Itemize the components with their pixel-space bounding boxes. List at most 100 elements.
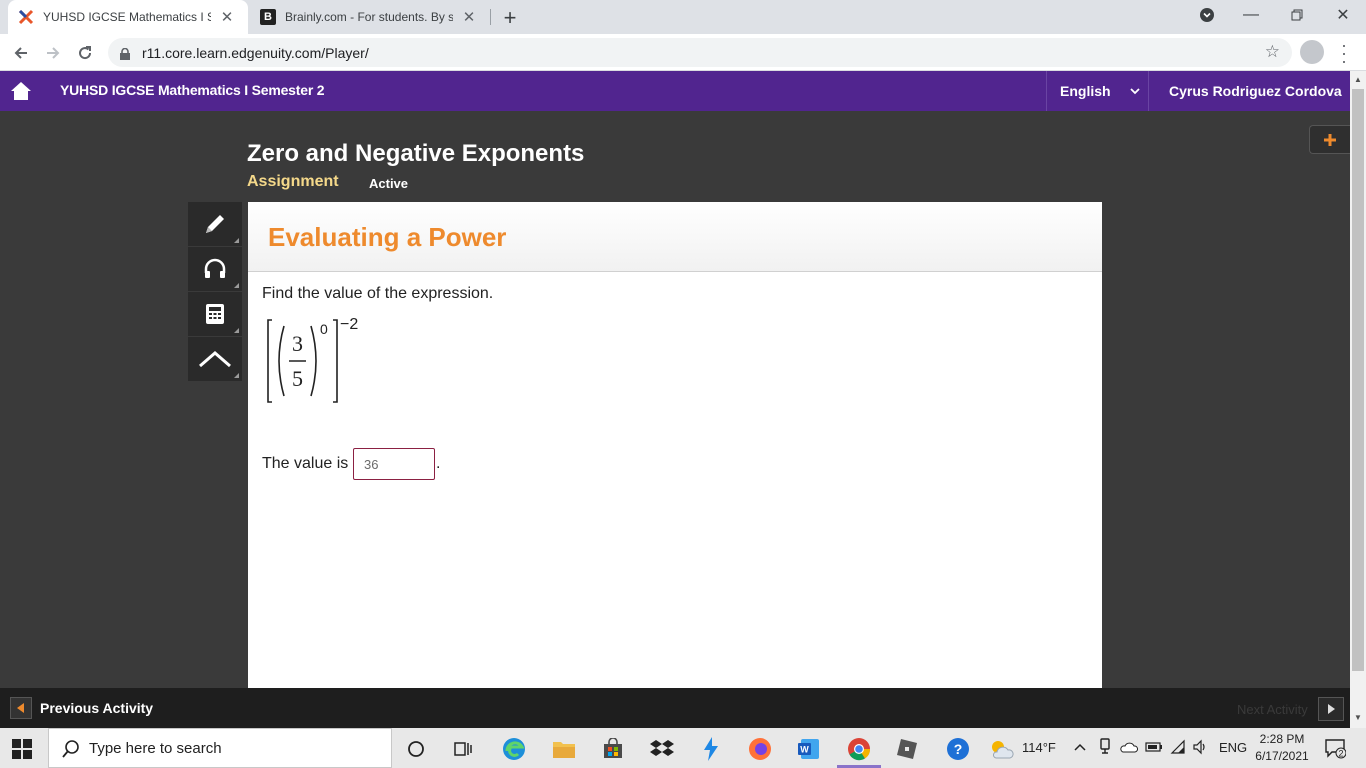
calculator-tool-button[interactable] <box>188 292 242 337</box>
windows-start-icon[interactable] <box>12 739 32 759</box>
word-icon[interactable]: W <box>796 736 822 762</box>
plus-icon <box>1324 133 1336 146</box>
tab-course[interactable]: YUHSD IGCSE Mathematics I Semester 2 ✕ <box>8 0 248 34</box>
firefox-icon[interactable] <box>747 736 773 762</box>
reload-button[interactable] <box>72 40 98 66</box>
file-explorer-icon[interactable] <box>551 736 577 762</box>
app-bolt-icon[interactable] <box>698 736 724 762</box>
scroll-up-icon[interactable]: ▲ <box>1354 75 1362 84</box>
tool-rail <box>188 202 242 382</box>
tray-device-icon[interactable] <box>1098 738 1112 757</box>
clock-time: 2:28 PM <box>1259 732 1305 746</box>
pencil-tool-button[interactable] <box>188 202 242 247</box>
taskbar-search-box[interactable]: Type here to search <box>48 728 392 768</box>
answer-suffix: . <box>436 455 441 472</box>
expand-plus-button[interactable] <box>1309 125 1350 154</box>
weather-icon[interactable] <box>988 736 1014 762</box>
tab-brainly[interactable]: B Brainly.com - For students. By student… <box>250 0 490 34</box>
roblox-icon[interactable] <box>894 736 920 762</box>
new-tab-button[interactable]: + <box>498 5 522 31</box>
scroll-down-icon[interactable]: ▼ <box>1354 713 1362 722</box>
tab-title: YUHSD IGCSE Mathematics I Semester 2 <box>43 10 211 24</box>
tab-separator <box>490 9 491 25</box>
headphones-icon <box>204 258 226 278</box>
lesson-title: Zero and Negative Exponents <box>247 140 585 167</box>
edge-browser-icon[interactable] <box>501 736 527 762</box>
forward-arrow-icon <box>47 47 60 59</box>
chevron-up-tray-icon[interactable] <box>1074 740 1086 755</box>
outer-exponent: −2 <box>340 316 358 333</box>
answer-input[interactable] <box>353 448 435 480</box>
reload-icon <box>79 46 92 60</box>
fraction-numerator: 3 <box>292 331 303 356</box>
language-label: English <box>1060 83 1111 99</box>
svg-text:?: ? <box>954 741 963 757</box>
close-tab-icon[interactable]: ✕ <box>461 8 477 26</box>
collapse-tool-button[interactable] <box>188 337 242 382</box>
notification-count: 2 <box>1338 749 1343 759</box>
fraction-denominator: 5 <box>292 366 303 391</box>
taskbar-clock[interactable]: 2:28 PM 6/17/2021 <box>1254 731 1310 765</box>
restore-icon <box>1291 9 1303 21</box>
tab-title: Brainly.com - For students. By students. <box>285 10 453 24</box>
windows-taskbar: Type here to search W ? 114°F ENG 2:28 P… <box>0 728 1366 768</box>
question-header: Evaluating a Power <box>248 202 1102 272</box>
caret-left-icon <box>10 697 32 719</box>
page-scrollbar[interactable]: ▲ ▼ <box>1350 71 1366 728</box>
next-activity-label: Next Activity <box>1237 701 1308 717</box>
course-header: YUHSD IGCSE Mathematics I Semester 2 Eng… <box>0 71 1350 111</box>
address-bar[interactable]: r11.core.learn.edgenuity.com/Player/ ☆ <box>108 38 1292 67</box>
volume-icon[interactable] <box>1192 739 1208 758</box>
profile-avatar[interactable] <box>1300 40 1324 64</box>
brainly-favicon-icon: B <box>260 9 276 25</box>
audio-tool-button[interactable] <box>188 247 242 292</box>
notification-center-icon[interactable]: 2 <box>1324 737 1347 759</box>
weather-temperature[interactable]: 114°F <box>1022 740 1056 755</box>
forward-button[interactable] <box>40 40 66 66</box>
input-language[interactable]: ENG <box>1219 740 1247 755</box>
edgenuity-favicon-icon <box>18 9 34 25</box>
question-prompt: Find the value of the expression. <box>262 285 494 302</box>
close-window-button[interactable]: ✕ <box>1320 0 1366 30</box>
math-expression: 3 5 0 −2 <box>267 316 358 403</box>
inner-exponent: 0 <box>320 321 328 337</box>
browser-menu-icon[interactable]: · · · <box>1336 36 1352 70</box>
home-icon[interactable] <box>10 80 32 102</box>
question-card: Evaluating a Power Find the value of the… <box>248 202 1102 688</box>
close-tab-icon[interactable]: ✕ <box>219 8 235 26</box>
question-heading: Evaluating a Power <box>268 222 507 252</box>
caret-right-icon <box>1317 697 1344 721</box>
bookmark-star-icon[interactable]: ☆ <box>1265 42 1280 62</box>
svg-text:W: W <box>800 745 809 755</box>
next-activity-button[interactable]: Next Activity <box>1237 697 1344 721</box>
previous-activity-button[interactable]: Previous Activity <box>10 697 153 719</box>
store-icon[interactable] <box>600 736 626 762</box>
back-button[interactable] <box>8 40 34 66</box>
help-icon[interactable]: ? <box>945 736 971 762</box>
onedrive-cloud-icon[interactable] <box>1120 741 1139 756</box>
search-icon <box>61 739 81 759</box>
tab-search-button[interactable] <box>1184 0 1230 30</box>
user-name: Cyrus Rodriguez Cordova <box>1169 83 1342 99</box>
back-arrow-icon <box>14 47 27 59</box>
language-selector[interactable]: English <box>1046 71 1148 111</box>
browser-tab-strip: YUHSD IGCSE Mathematics I Semester 2 ✕ B… <box>0 0 1366 34</box>
answer-label: The value is <box>262 455 349 472</box>
chevron-circle-icon <box>1200 8 1214 22</box>
chrome-icon[interactable] <box>846 736 872 762</box>
activity-status-label: Active <box>369 176 409 191</box>
previous-activity-label: Previous Activity <box>40 700 154 716</box>
task-view-icon[interactable] <box>451 736 477 762</box>
user-menu[interactable]: Cyrus Rodriguez Cordova <box>1148 71 1350 111</box>
scrollbar-thumb[interactable] <box>1352 89 1364 671</box>
wifi-icon[interactable] <box>1170 739 1186 758</box>
browser-toolbar: r11.core.learn.edgenuity.com/Player/ ☆ ·… <box>0 34 1366 71</box>
dropbox-icon[interactable] <box>649 736 675 762</box>
minimize-button[interactable]: — <box>1228 0 1274 30</box>
cortana-icon[interactable] <box>403 736 429 762</box>
restore-button[interactable] <box>1274 0 1320 30</box>
clock-date: 6/17/2021 <box>1255 749 1309 763</box>
pencil-icon <box>206 215 224 233</box>
battery-icon[interactable] <box>1145 741 1163 756</box>
activity-type-label: Assignment <box>247 173 339 190</box>
